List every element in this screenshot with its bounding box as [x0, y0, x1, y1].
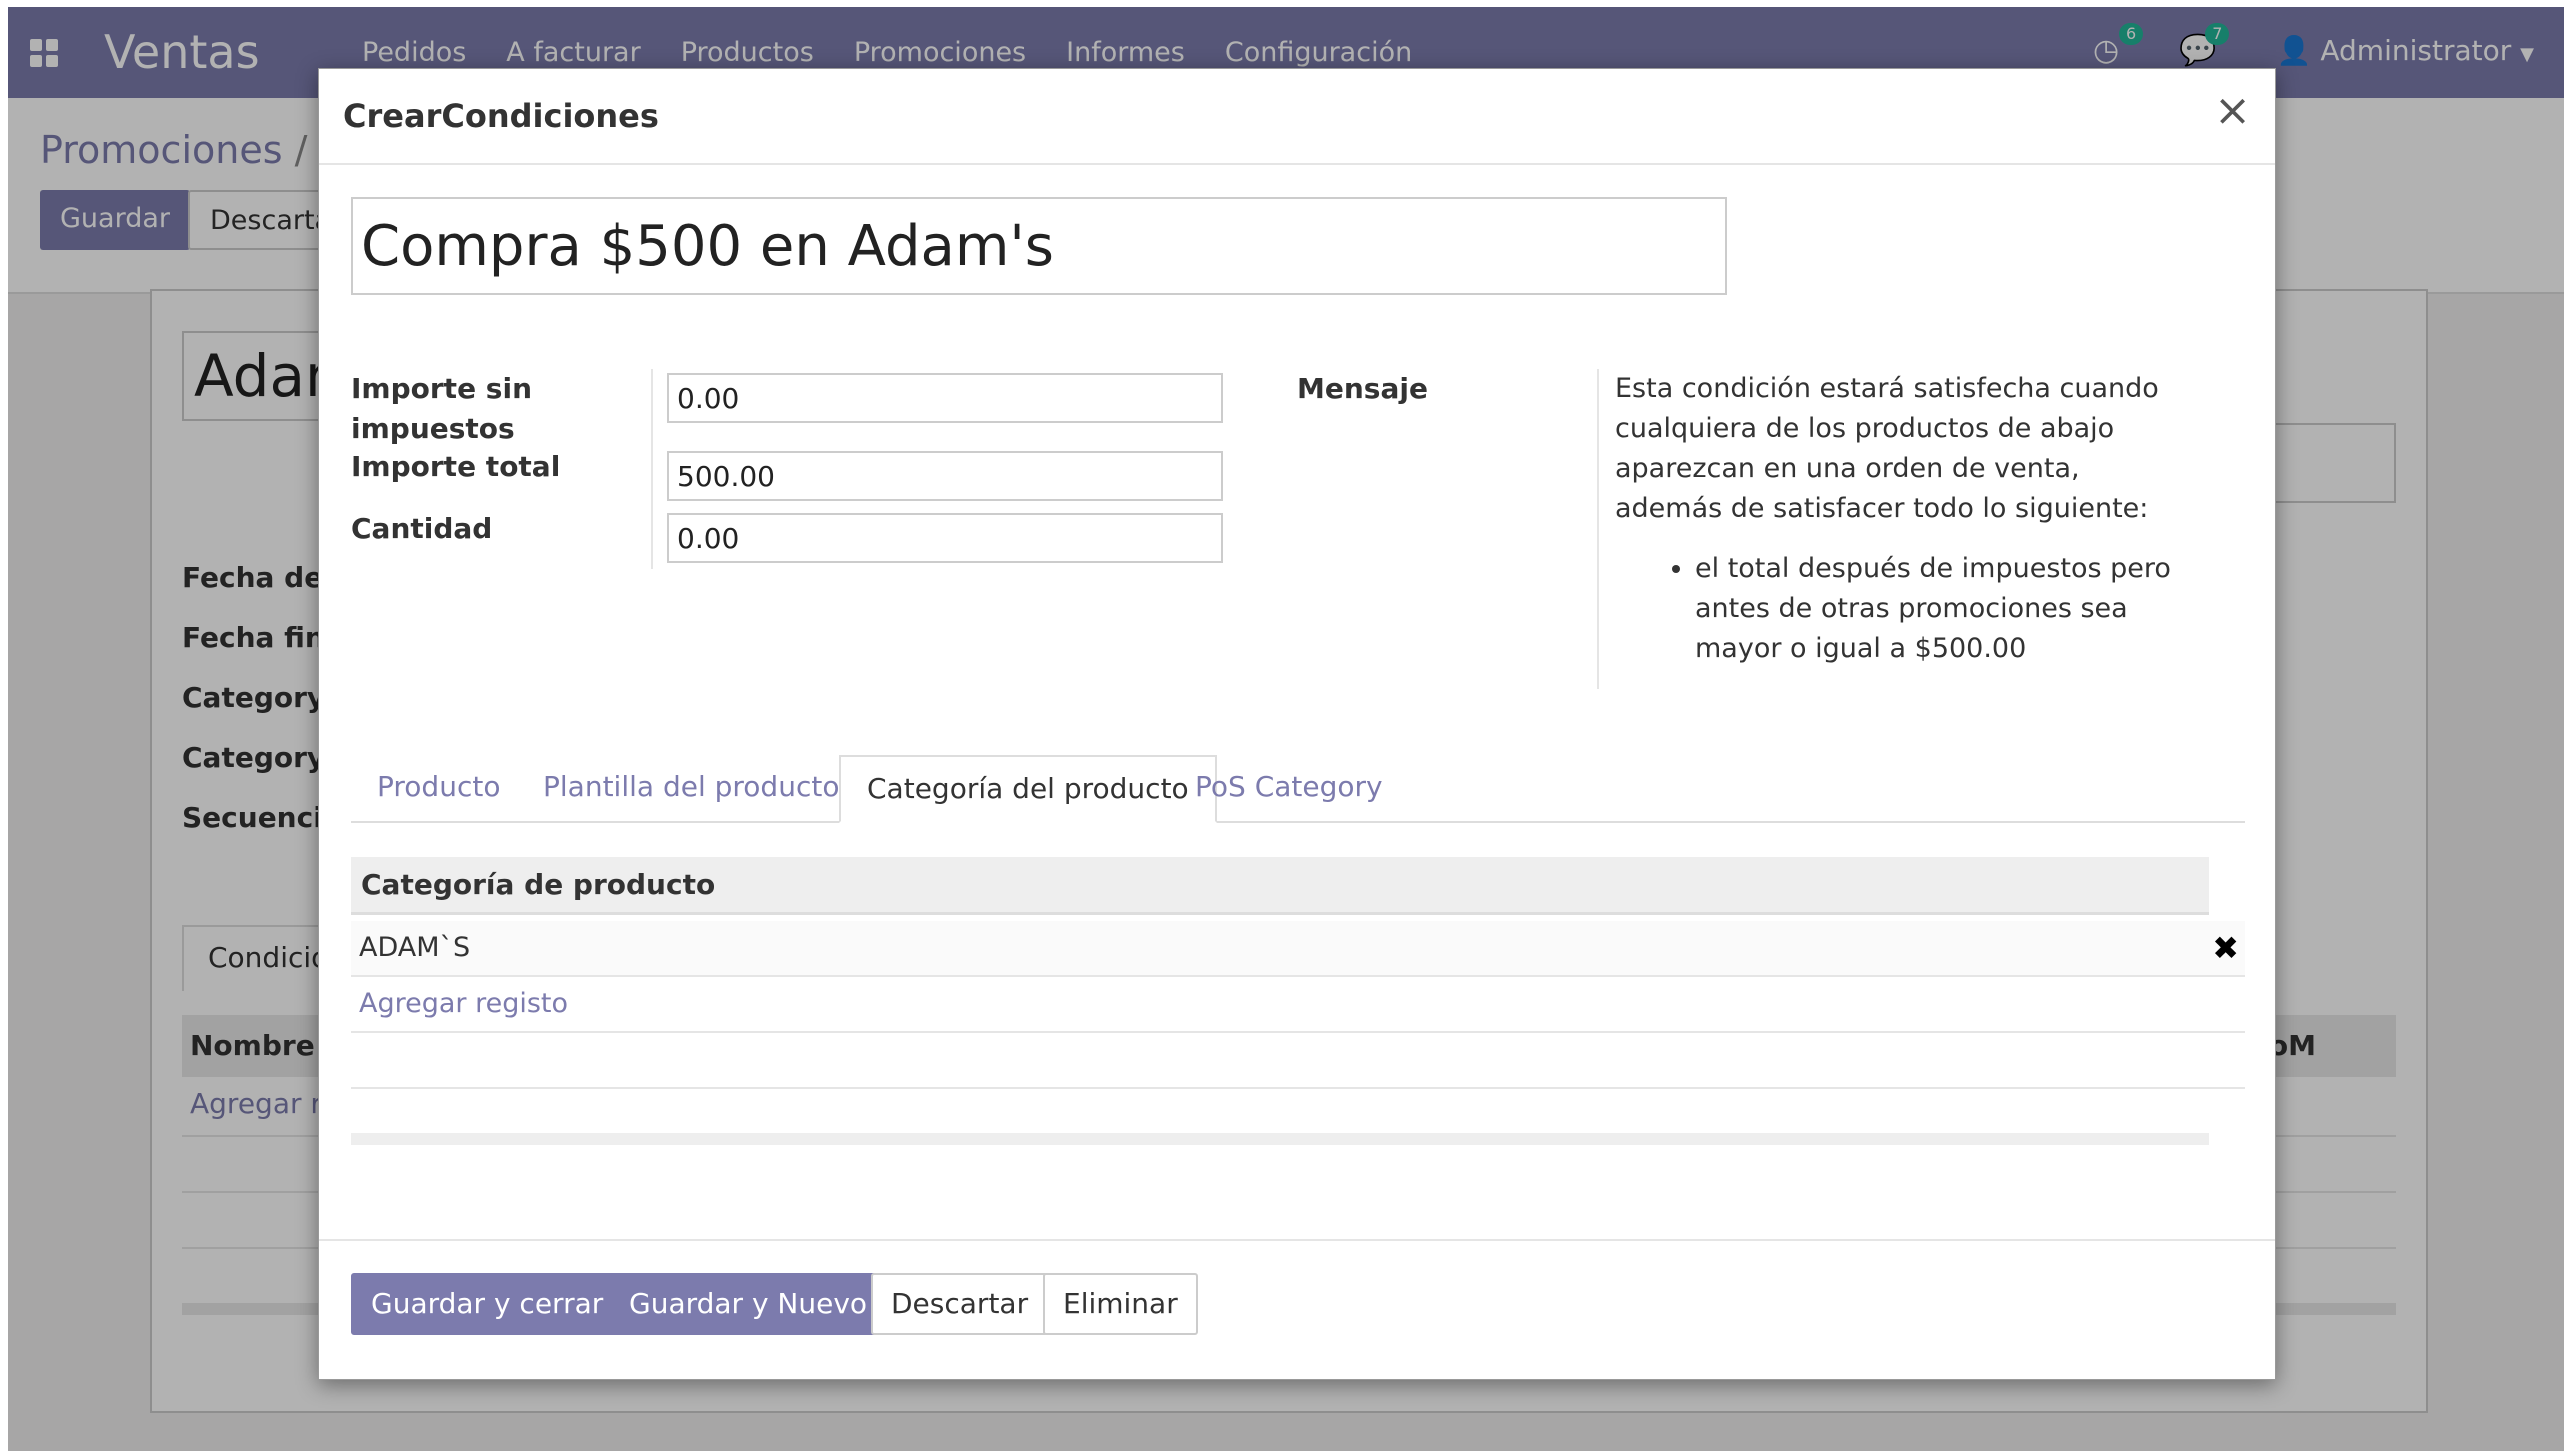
- tab-producto[interactable]: Producto: [351, 755, 526, 823]
- label-divider: [651, 369, 653, 569]
- condition-tabs: Producto Plantilla del producto Categorí…: [351, 755, 2245, 823]
- row-category-value: ADAM`S: [359, 932, 471, 963]
- close-icon[interactable]: ×: [2214, 89, 2251, 133]
- quantity-label: Cantidad: [351, 512, 493, 545]
- tab-categoria-del-producto[interactable]: Categoría del producto: [839, 755, 1217, 823]
- untaxed-amount-field[interactable]: [667, 373, 1223, 423]
- dialog-header: CrearCondiciones ×: [319, 69, 2275, 165]
- untaxed-amount-label: Importe sin impuestos: [351, 372, 533, 445]
- empty-table-row: [351, 1033, 2245, 1089]
- message-label: Mensaje: [1297, 372, 1428, 405]
- create-conditions-dialog: CrearCondiciones × Importe sin impuestos…: [318, 68, 2276, 1380]
- delete-row-icon[interactable]: ✖: [2212, 921, 2239, 975]
- dialog-title: CrearCondiciones: [343, 97, 659, 135]
- table-row[interactable]: ADAM`S ✖: [351, 921, 2245, 977]
- column-header-categoria: Categoría de producto: [351, 857, 2209, 915]
- condition-name-input[interactable]: [351, 197, 1727, 295]
- message-divider: [1597, 369, 1599, 689]
- table-footer: [351, 1133, 2209, 1145]
- save-and-new-button[interactable]: Guardar y Nuevo: [609, 1273, 888, 1335]
- message-intro: Esta condición estará satisfecha cuando …: [1615, 373, 2159, 524]
- total-amount-label: Importe total: [351, 450, 561, 483]
- tab-pos-category[interactable]: PoS Category: [1169, 755, 1409, 823]
- dialog-footer: Guardar y cerrar Guardar y Nuevo Descart…: [319, 1239, 2275, 1379]
- delete-button[interactable]: Eliminar: [1043, 1273, 1198, 1335]
- add-record-link[interactable]: Agregar registo: [351, 977, 2245, 1033]
- tab-plantilla-del-producto[interactable]: Plantilla del producto: [517, 755, 865, 823]
- condition-message: Esta condición estará satisfecha cuando …: [1615, 369, 2175, 669]
- save-and-close-button[interactable]: Guardar y cerrar: [351, 1273, 624, 1335]
- quantity-field[interactable]: [667, 513, 1223, 563]
- total-amount-field[interactable]: [667, 451, 1223, 501]
- app-window: Ventas Pedidos A facturar Productos Prom…: [8, 7, 2564, 1451]
- message-bullet: el total después de impuestos pero antes…: [1695, 549, 2175, 669]
- discard-button[interactable]: Descartar: [871, 1273, 1049, 1335]
